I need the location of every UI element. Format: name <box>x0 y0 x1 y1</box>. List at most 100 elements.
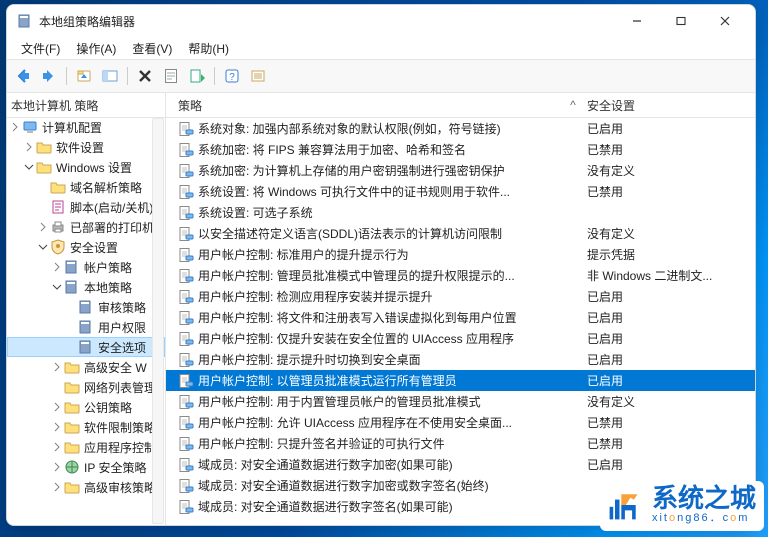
tree-node[interactable]: 帐户策略 <box>7 257 165 277</box>
col-sort-indicator[interactable]: ^ <box>565 98 581 112</box>
menu-action[interactable]: 操作(A) <box>68 38 124 59</box>
expand-icon[interactable] <box>51 461 63 473</box>
expand-icon[interactable] <box>51 401 63 413</box>
tree-node[interactable]: 审核策略 <box>7 297 165 317</box>
policy-row[interactable]: 用户帐户控制: 管理员批准模式中管理员的提升权限提示的...非 Windows … <box>166 265 755 286</box>
tree-node[interactable]: 用户权限 <box>7 317 165 337</box>
expand-icon[interactable] <box>51 361 63 373</box>
tree-node[interactable]: 域名解析策略 <box>7 177 165 197</box>
policy-setting: 已禁用 <box>587 435 755 452</box>
properties-button[interactable] <box>159 65 183 87</box>
policy-row[interactable]: 用户帐户控制: 允许 UIAccess 应用程序在不使用安全桌面...已禁用 <box>166 412 755 433</box>
titlebar[interactable]: 本地组策略编辑器 <box>7 5 755 37</box>
collapse-icon[interactable] <box>23 161 35 173</box>
tree-scrollbar-thumb[interactable] <box>155 301 163 365</box>
tree-node[interactable]: 应用程序控制 <box>7 437 165 457</box>
folder-icon <box>64 479 80 495</box>
policy-name: 域成员: 对安全通道数据进行数字加密或数字签名(始终) <box>198 477 489 494</box>
policy-row[interactable]: 以安全描述符定义语言(SDDL)语法表示的计算机访问限制没有定义 <box>166 223 755 244</box>
policy-icon <box>178 268 194 284</box>
tree-node[interactable]: 计算机配置 <box>7 117 165 137</box>
expand-icon[interactable] <box>51 441 63 453</box>
expand-icon[interactable] <box>51 481 63 493</box>
watermark-brand: 系统之城 xitong86．com <box>600 481 764 531</box>
policy-row[interactable]: 系统加密: 将 FIPS 兼容算法用于加密、哈希和签名已禁用 <box>166 139 755 160</box>
up-button[interactable] <box>72 65 96 87</box>
tree-node-label: 帐户策略 <box>84 259 132 276</box>
expand-icon[interactable] <box>51 261 63 273</box>
policy-row[interactable]: 用户帐户控制: 将文件和注册表写入错误虚拟化到每用户位置已启用 <box>166 307 755 328</box>
tree-node[interactable]: 安全设置 <box>7 237 165 257</box>
export-button[interactable] <box>185 65 209 87</box>
policy-icon <box>178 457 194 473</box>
tree-node[interactable]: 高级安全 W <box>7 357 165 377</box>
forward-button[interactable] <box>37 65 61 87</box>
list-body[interactable]: 系统对象: 加强内部系统对象的默认权限(例如，符号链接)已启用系统加密: 将 F… <box>166 118 755 525</box>
help-button[interactable] <box>220 65 244 87</box>
menu-help[interactable]: 帮助(H) <box>180 38 237 59</box>
policy-icon <box>178 205 194 221</box>
tree-node[interactable]: 软件设置 <box>7 137 165 157</box>
policy-icon <box>178 310 194 326</box>
policy-row[interactable]: 系统设置: 将 Windows 可执行文件中的证书规则用于软件... 已禁用 <box>166 181 755 202</box>
tree-node-label: IP 安全策略 <box>84 459 146 476</box>
col-header-policy[interactable]: 策略 <box>166 97 565 114</box>
policy-row[interactable]: 用户帐户控制: 用于内置管理员帐户的管理员批准模式没有定义 <box>166 391 755 412</box>
tree-node[interactable]: 本地策略 <box>7 277 165 297</box>
folder-icon <box>64 379 80 395</box>
tree-node[interactable]: 已部署的打印机 <box>7 217 165 237</box>
tree-node-label: 安全设置 <box>70 239 118 256</box>
tree-node[interactable]: 网络列表管理 <box>7 377 165 397</box>
tree-node[interactable]: 公钥策略 <box>7 397 165 417</box>
view-mode-button[interactable] <box>246 65 270 87</box>
policy-icon <box>178 247 194 263</box>
expand-icon[interactable] <box>51 421 63 433</box>
policy-name: 系统设置: 将 Windows 可执行文件中的证书规则用于软件... <box>198 183 510 200</box>
policy-name: 域成员: 对安全通道数据进行数字签名(如果可能) <box>198 498 453 515</box>
policy-setting: 已禁用 <box>587 414 755 431</box>
collapse-icon[interactable] <box>37 241 49 253</box>
tree-node[interactable]: IP 安全策略 <box>7 457 165 477</box>
close-button[interactable] <box>703 7 747 35</box>
delete-button[interactable] <box>133 65 157 87</box>
expand-icon[interactable] <box>37 221 49 233</box>
tree-header[interactable]: 本地计算机 策略 <box>7 93 165 118</box>
minimize-button[interactable] <box>615 7 659 35</box>
collapse-icon[interactable] <box>51 281 63 293</box>
tree-node[interactable]: Windows 设置 <box>7 157 165 177</box>
policy-icon <box>178 352 194 368</box>
menu-file[interactable]: 文件(F) <box>13 38 68 59</box>
tree-node[interactable]: 安全选项 <box>7 337 165 357</box>
tree-node[interactable]: 高级审核策略 <box>7 477 165 497</box>
tree-node-label: 网络列表管理 <box>84 379 156 396</box>
book-icon <box>78 339 94 355</box>
col-header-setting[interactable]: 安全设置 <box>581 97 755 114</box>
tree-node[interactable]: 软件限制策略 <box>7 417 165 437</box>
book-icon <box>78 299 94 315</box>
tree-node-label: 公钥策略 <box>84 399 132 416</box>
policy-row[interactable]: 用户帐户控制: 以管理员批准模式运行所有管理员已启用 <box>166 370 755 391</box>
tree-node[interactable]: 脚本(启动/关机) <box>7 197 165 217</box>
policy-name: 用户帐户控制: 仅提升安装在安全位置的 UIAccess 应用程序 <box>198 330 514 347</box>
policy-setting: 已启用 <box>587 330 755 347</box>
expand-icon[interactable] <box>23 141 35 153</box>
policy-row[interactable]: 用户帐户控制: 提示提升时切换到安全桌面已启用 <box>166 349 755 370</box>
policy-row[interactable]: 系统设置: 可选子系统 <box>166 202 755 223</box>
policy-row[interactable]: 用户帐户控制: 只提升签名并验证的可执行文件已禁用 <box>166 433 755 454</box>
brand-url: xitong86．com <box>652 509 756 525</box>
tree-body[interactable]: 计算机配置软件设置Windows 设置域名解析策略脚本(启动/关机)已部署的打印… <box>7 117 165 525</box>
policy-row[interactable]: 用户帐户控制: 标准用户的提升提示行为提示凭据 <box>166 244 755 265</box>
policy-name: 用户帐户控制: 将文件和注册表写入错误虚拟化到每用户位置 <box>198 309 517 326</box>
expand-icon[interactable] <box>9 121 21 133</box>
maximize-button[interactable] <box>659 7 703 35</box>
policy-row[interactable]: 系统加密: 为计算机上存储的用户密钥强制进行强密钥保护没有定义 <box>166 160 755 181</box>
policy-row[interactable]: 用户帐户控制: 仅提升安装在安全位置的 UIAccess 应用程序 已启用 <box>166 328 755 349</box>
panel-toggle-button[interactable] <box>98 65 122 87</box>
policy-row[interactable]: 用户帐户控制: 检测应用程序安装并提示提升已启用 <box>166 286 755 307</box>
policy-row[interactable]: 域成员: 对安全通道数据进行数字加密(如果可能)已启用 <box>166 454 755 475</box>
policy-row[interactable]: 系统对象: 加强内部系统对象的默认权限(例如，符号链接)已启用 <box>166 118 755 139</box>
policy-icon <box>178 121 194 137</box>
policy-setting: 已禁用 <box>587 183 755 200</box>
back-button[interactable] <box>11 65 35 87</box>
menu-view[interactable]: 查看(V) <box>124 38 180 59</box>
